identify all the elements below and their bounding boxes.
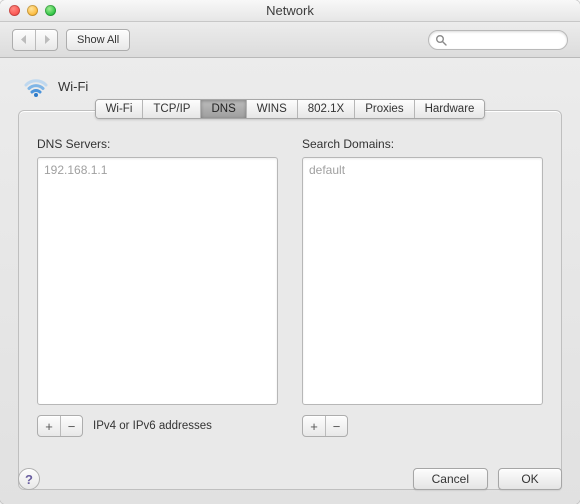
content-area: Wi-Fi Wi-FiTCP/IPDNSWINS802.1XProxiesHar… [0,58,580,504]
settings-panel: Wi-FiTCP/IPDNSWINS802.1XProxiesHardware … [18,110,562,490]
dns-servers-stepper: + − [37,415,83,437]
dns-columns: DNS Servers: 192.168.1.1 + − IPv4 or IPv… [37,137,543,437]
list-item[interactable]: default [309,162,536,178]
sheet-footer: ? Cancel OK [18,468,562,490]
show-all-label: Show All [77,34,119,46]
dns-servers-footer: + − IPv4 or IPv6 addresses [37,415,278,437]
search-domains-label: Search Domains: [302,137,543,151]
tab-802-1x[interactable]: 802.1X [297,100,354,118]
show-all-button[interactable]: Show All [66,29,130,51]
ok-label: OK [521,472,538,486]
list-item[interactable]: 192.168.1.1 [44,162,271,178]
search-icon [435,34,447,46]
titlebar: Network [0,0,580,22]
minimize-icon[interactable] [27,5,38,16]
dns-servers-label: DNS Servers: [37,137,278,151]
search-domains-footer: + − [302,415,543,437]
cancel-label: Cancel [432,472,469,486]
tab-dns[interactable]: DNS [200,100,245,118]
remove-domain-button[interactable]: − [325,416,347,436]
tab-bar: Wi-FiTCP/IPDNSWINS802.1XProxiesHardware [19,99,561,119]
tab-hardware[interactable]: Hardware [414,100,485,118]
zoom-icon[interactable] [45,5,56,16]
tab-wins[interactable]: WINS [246,100,297,118]
tab-wi-fi[interactable]: Wi-Fi [96,100,143,118]
search-domains-list[interactable]: default [302,157,543,405]
back-button[interactable] [13,30,35,50]
dns-servers-hint: IPv4 or IPv6 addresses [93,420,212,432]
tab-tcp-ip[interactable]: TCP/IP [142,100,200,118]
service-title: Wi-Fi [58,79,88,94]
toolbar: Show All [0,22,580,58]
add-domain-button[interactable]: + [303,416,325,436]
close-icon[interactable] [9,5,20,16]
search-domains-column: Search Domains: default + − [302,137,543,437]
network-preferences-window: Network Show All [0,0,580,504]
ok-button[interactable]: OK [498,468,562,490]
cancel-button[interactable]: Cancel [413,468,488,490]
back-forward-control[interactable] [12,29,58,51]
search-field[interactable] [428,30,568,50]
search-domains-stepper: + − [302,415,348,437]
search-input[interactable] [451,34,561,46]
dns-servers-column: DNS Servers: 192.168.1.1 + − IPv4 or IPv… [37,137,278,437]
wifi-icon [22,72,50,100]
help-button[interactable]: ? [18,468,40,490]
window-title: Network [0,3,580,18]
footer-buttons: Cancel OK [413,468,562,490]
forward-button[interactable] [35,30,57,50]
dns-servers-list[interactable]: 192.168.1.1 [37,157,278,405]
window-controls [0,5,56,16]
add-dns-server-button[interactable]: + [38,416,60,436]
remove-dns-server-button[interactable]: − [60,416,82,436]
tab-proxies[interactable]: Proxies [354,100,413,118]
